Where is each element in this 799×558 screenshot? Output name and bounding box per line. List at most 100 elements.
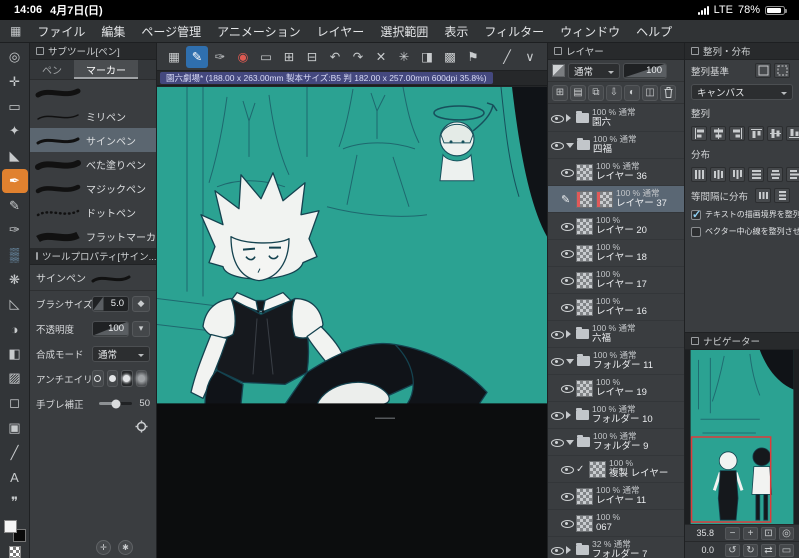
align-left-icon[interactable] — [691, 126, 707, 141]
document-tab[interactable]: 園六劇場* (188.00 x 263.00mm 製本サイズ:B5 判 182.… — [160, 72, 493, 84]
layer-thumbnail[interactable] — [576, 217, 593, 235]
layer-row[interactable]: 100 % レイヤー 20 — [548, 213, 684, 240]
align-bottom-icon[interactable] — [786, 126, 799, 141]
actual-size-icon[interactable]: ◎ — [779, 526, 794, 540]
menu-layer[interactable]: レイヤー — [317, 23, 365, 40]
pencil-tool-icon[interactable]: ✎ — [2, 193, 28, 218]
align-right-icon[interactable] — [729, 126, 745, 141]
visibility-eye-icon[interactable] — [561, 275, 574, 285]
snap-ruler-icon[interactable]: ⚑ — [462, 46, 484, 68]
subtool-item-millipen[interactable]: ミリペン — [30, 104, 156, 128]
opacity-input[interactable]: 100 — [92, 320, 129, 337]
visibility-eye-icon[interactable] — [551, 113, 564, 123]
visibility-eye-icon[interactable] — [561, 383, 574, 393]
new-layer-icon[interactable]: ⊞ — [552, 84, 568, 101]
visibility-eye-icon[interactable] — [561, 464, 574, 474]
blend-tool-icon[interactable]: ◑ — [2, 317, 28, 342]
visibility-eye-icon[interactable] — [561, 518, 574, 528]
frame-border-tool-icon[interactable]: ▣ — [2, 416, 28, 441]
layer-row[interactable]: 100 % 067 — [548, 510, 684, 537]
visibility-eye-icon[interactable] — [561, 248, 574, 258]
layer-thumbnail[interactable] — [576, 163, 593, 181]
basis-selection-icon[interactable] — [774, 63, 790, 78]
layer-row-folder[interactable]: 100 % 通常 フォルダー 9 — [548, 429, 684, 456]
layer-thumbnail[interactable] — [576, 487, 593, 505]
expand-closed-icon[interactable] — [566, 411, 575, 419]
layer-blend-dropdown[interactable]: 通常 — [568, 62, 620, 79]
visibility-eye-icon[interactable] — [551, 356, 564, 366]
antialias-none-button[interactable] — [92, 370, 104, 387]
timelapse-record-icon[interactable]: ◉ — [232, 46, 254, 68]
visibility-eye-icon[interactable] — [551, 329, 564, 339]
layer-thumbnail[interactable] — [576, 244, 593, 262]
expand-closed-icon[interactable] — [566, 114, 575, 122]
visibility-eye-icon[interactable] — [561, 302, 574, 312]
menu-selection[interactable]: 選択範囲 — [380, 23, 428, 40]
align-hcenter-icon[interactable] — [710, 126, 726, 141]
expand-open-icon[interactable] — [566, 142, 574, 152]
chevron-down-icon[interactable]: ∨ — [519, 46, 541, 68]
opacity-options-button[interactable]: ▾ — [132, 320, 150, 337]
tab-pen[interactable]: ペン — [30, 60, 74, 79]
gradient-tool-icon[interactable]: ▨ — [2, 366, 28, 391]
subtool-item-flatmarker[interactable]: フラットマーカー — [30, 224, 166, 248]
layer-row[interactable]: 100 % 通常 レイヤー 36 — [548, 159, 684, 186]
eraser-tool-icon[interactable]: ◺ — [2, 292, 28, 317]
layer-thumbnail[interactable] — [576, 190, 593, 208]
main-color-swatch[interactable] — [3, 520, 17, 534]
line-correction-icon[interactable]: ╱ — [496, 46, 518, 68]
pen-tool-icon[interactable]: ✒ — [1, 168, 28, 194]
expand-closed-icon[interactable] — [566, 330, 575, 338]
basis-canvas-icon[interactable] — [755, 63, 771, 78]
canvas-viewport[interactable] — [157, 87, 547, 558]
magnifier-tool-icon[interactable]: ◎ — [2, 45, 28, 70]
layer-row-folder[interactable]: 100 % 通常 六福 — [548, 321, 684, 348]
layer-row-folder[interactable]: 100 % 通常 フォルダー 11 — [548, 348, 684, 375]
distribute-top-icon[interactable] — [748, 167, 764, 182]
delete-layer-icon[interactable] — [660, 84, 676, 101]
slider-knob[interactable] — [111, 399, 121, 408]
layer-thumbnail[interactable] — [589, 460, 606, 478]
layer-mask-icon[interactable]: ◐ — [624, 84, 640, 101]
airbrush-tool-icon[interactable]: ▒ — [2, 243, 28, 268]
equal-vertical-icon[interactable] — [774, 188, 790, 203]
decoration-tool-icon[interactable]: ❋ — [2, 267, 28, 292]
figure-tool-icon[interactable]: ◻ — [2, 391, 28, 416]
selection-launcher-icon[interactable]: ▭ — [255, 46, 277, 68]
layer-row[interactable]: 100 % レイヤー 16 — [548, 294, 684, 321]
blend-mode-dropdown[interactable]: 通常 — [92, 345, 150, 362]
visibility-eye-icon[interactable] — [551, 140, 564, 150]
layer-row-folder[interactable]: 100 % 通常 四福 — [548, 132, 684, 159]
new-canvas-icon[interactable]: ⊞ — [278, 46, 300, 68]
subtool-item-signpen-selected[interactable]: サインペン — [30, 128, 156, 152]
visibility-eye-icon[interactable] — [551, 545, 564, 555]
deselect-icon[interactable]: ✳ — [393, 46, 415, 68]
rotate-right-icon[interactable]: ↻ — [743, 543, 758, 557]
workspace-grid-icon[interactable]: ▦ — [163, 46, 185, 68]
expand-closed-icon[interactable] — [566, 546, 575, 554]
equal-horizontal-icon[interactable] — [755, 188, 771, 203]
layer-row-folder[interactable]: 100 % 通常 フォルダー 10 — [548, 402, 684, 429]
redo-icon[interactable]: ↷ — [347, 46, 369, 68]
hand-quick-button[interactable]: ✛ — [96, 540, 111, 555]
visibility-eye-icon[interactable] — [561, 167, 574, 177]
save-icon[interactable]: ⊟ — [301, 46, 323, 68]
menu-help[interactable]: ヘルプ — [636, 23, 672, 40]
antialias-weak-button[interactable] — [106, 370, 118, 387]
layer-mask-thumbnail[interactable] — [596, 190, 613, 208]
app-menu-icon[interactable]: ▦ — [10, 24, 21, 38]
ruler-tool-icon[interactable]: ╱ — [2, 440, 28, 465]
undo-icon[interactable]: ↶ — [324, 46, 346, 68]
antialias-strong-button[interactable] — [135, 370, 147, 387]
layer-row[interactable]: 100 % 通常 レイヤー 11 — [548, 483, 684, 510]
layer-row[interactable]: 100 % レイヤー 18 — [548, 240, 684, 267]
eyedropper-tool-icon[interactable]: ◣ — [2, 144, 28, 169]
distribute-bottom-icon[interactable] — [786, 167, 799, 182]
vector-centerline-checkbox-row[interactable]: ベクター中心線を整列させる — [685, 223, 799, 240]
layer-row[interactable]: 100 % レイヤー 19 — [548, 375, 684, 402]
layer-row-selected[interactable]: ✎ 100 % 通常 レイヤー 37 — [548, 186, 684, 213]
balloon-tool-icon[interactable]: ❞ — [2, 490, 28, 515]
navigator-thumbnail[interactable] — [685, 350, 799, 524]
auto-select-tool-icon[interactable]: ✦ — [2, 119, 28, 144]
artwork[interactable] — [157, 87, 547, 558]
